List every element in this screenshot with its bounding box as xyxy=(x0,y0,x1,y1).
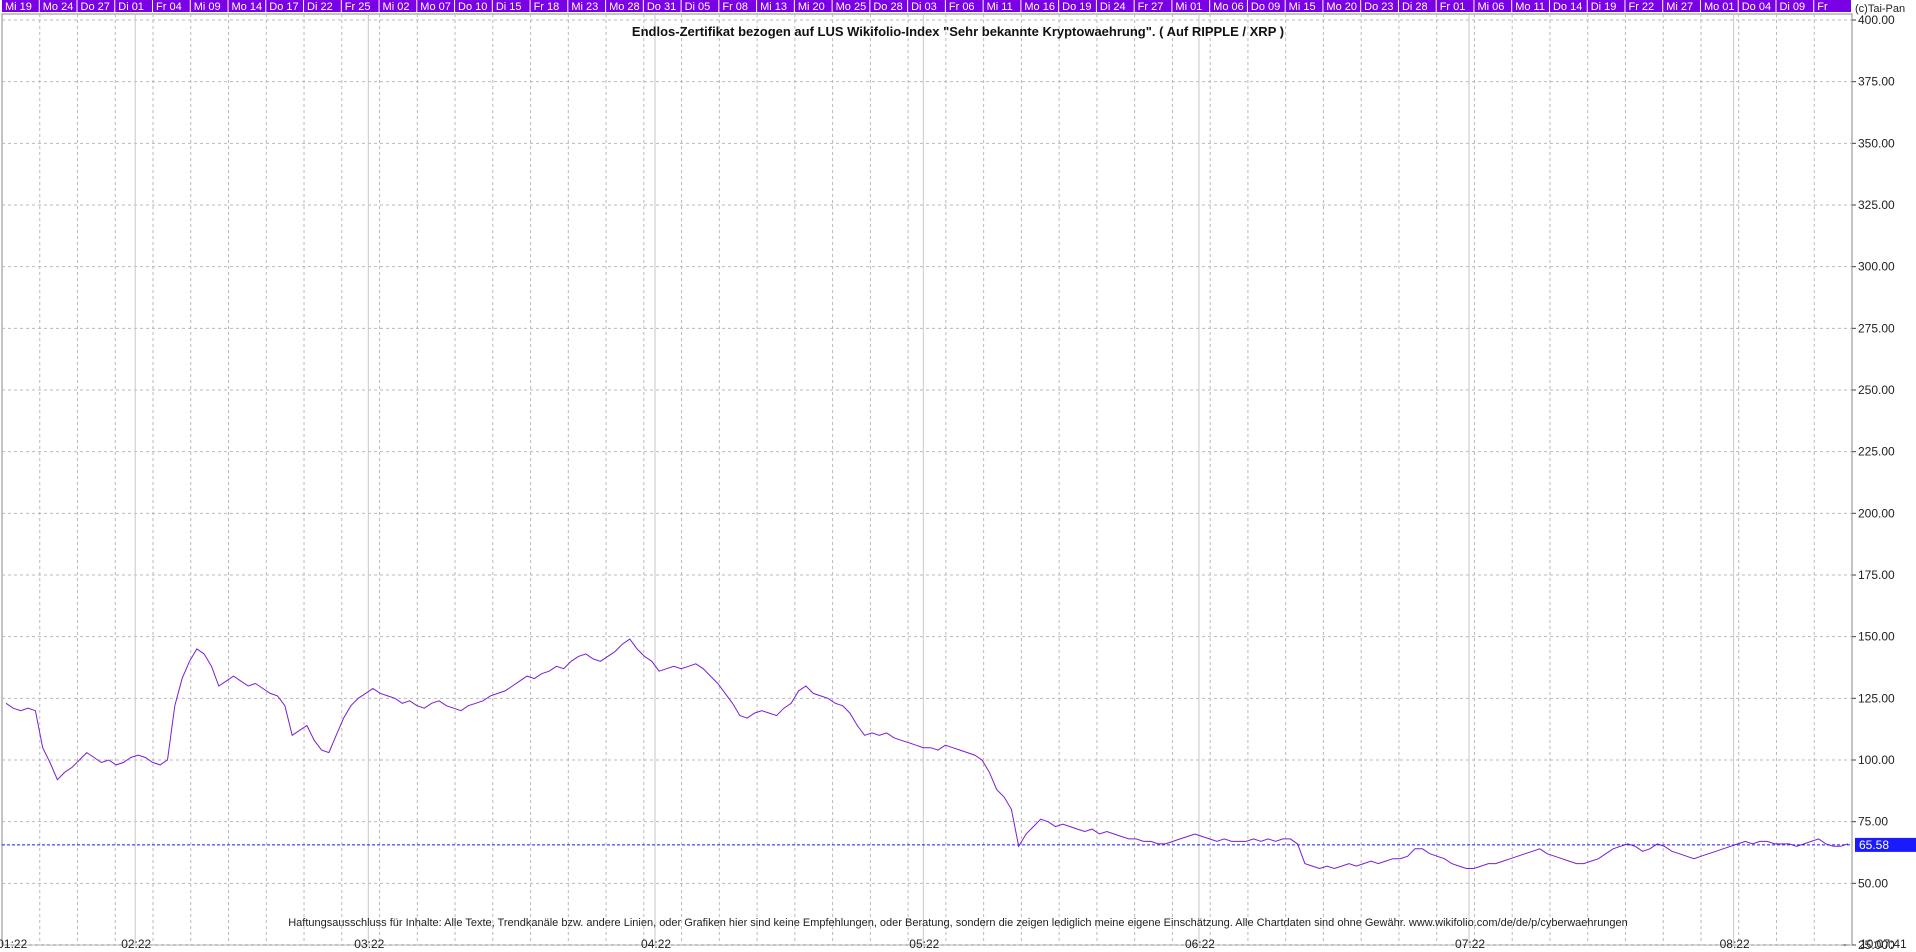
day-label: Di 01 xyxy=(118,1,144,13)
y-tick-label: 400.00 xyxy=(1858,13,1895,27)
day-label: Do 28 xyxy=(873,1,902,13)
x-month-label: 02:22 xyxy=(121,937,151,951)
day-label: Mi 20 xyxy=(798,1,825,13)
day-label: Mi 06 xyxy=(1477,1,1504,13)
line-chart: Mi 19 Mo 24 Do 27 Di 01 Fr 04 Mi 09 Mo 14 Do 17… xyxy=(0,0,1916,952)
day-label: Fr 06 xyxy=(949,1,975,13)
day-label: Fr 08 xyxy=(722,1,748,13)
day-label: Di 24 xyxy=(1100,1,1126,13)
day-label: Mo 01 xyxy=(1704,1,1735,13)
y-tick-label: 125.00 xyxy=(1858,691,1895,705)
y-tick-label: 150.00 xyxy=(1858,630,1895,644)
x-month-label: 05:22 xyxy=(909,937,939,951)
day-label: Fr 25 xyxy=(345,1,371,13)
day-label: Do 17 xyxy=(269,1,298,13)
day-label: Do 14 xyxy=(1553,1,1582,13)
day-label: Mo 07 xyxy=(420,1,451,13)
y-tick-label: 175.00 xyxy=(1858,568,1895,582)
day-label: Di 19 xyxy=(1591,1,1617,13)
y-tick-label: 75.00 xyxy=(1858,815,1888,829)
day-label: Do 04 xyxy=(1742,1,1771,13)
day-label: Do 27 xyxy=(81,1,110,13)
plot-area xyxy=(2,638,1852,870)
y-tick-label: 200.00 xyxy=(1858,506,1895,520)
day-label: Fr 27 xyxy=(1138,1,1164,13)
day-label: Fr 22 xyxy=(1628,1,1654,13)
day-label: Mi 11 xyxy=(987,1,1013,13)
y-tick-label: 100.00 xyxy=(1858,753,1895,767)
day-label: Fr 18 xyxy=(534,1,560,13)
chart-title: Endlos-Zertifikat bezogen auf LUS Wikifo… xyxy=(632,24,1284,39)
grid-lines xyxy=(1,13,1853,946)
day-label: Fr 01 xyxy=(1440,1,1466,13)
current-value-label: 65.58 xyxy=(1859,838,1889,852)
day-label-strip: Mi 19 Mo 24 Do 27 Di 01 Fr 04 Mi 09 Mo 14 Do 17… xyxy=(2,0,1851,13)
y-tick-label: 350.00 xyxy=(1858,136,1895,150)
day-label: Do 09 xyxy=(1251,1,1280,13)
day-label: Mo 14 xyxy=(232,1,263,13)
day-label: Fr xyxy=(1817,1,1828,13)
day-label: Do 31 xyxy=(647,1,676,13)
x-month-label: 07:22 xyxy=(1455,937,1485,951)
day-label: Di 28 xyxy=(1402,1,1428,13)
x-axis: 01:22 02:22 03:22 04:22 05:22 06:22 07:22 08:22 xyxy=(0,937,1750,951)
day-label: Mo 25 xyxy=(836,1,867,13)
day-label: Fr 04 xyxy=(156,1,182,13)
disclaimer-footnote: Haftungsausschluss für Inhalte: Alle Tex… xyxy=(288,917,1628,929)
dash-label: - xyxy=(1843,937,1847,951)
day-label: Mo 20 xyxy=(1326,1,1357,13)
day-label: Mi 19 xyxy=(5,1,32,13)
day-label: Di 09 xyxy=(1779,1,1805,13)
y-tick-label: 225.00 xyxy=(1858,445,1895,459)
day-label: Do 19 xyxy=(1062,1,1091,13)
day-label: Di 03 xyxy=(911,1,937,13)
y-tick-label: 275.00 xyxy=(1858,321,1895,335)
day-label: Mi 02 xyxy=(383,1,410,13)
day-label: Mi 23 xyxy=(571,1,598,13)
x-month-label: 04:22 xyxy=(641,937,671,951)
y-axis: 400.00 375.00 350.00 325.00 300.00 275.00 250.… xyxy=(1852,13,1895,952)
time-label: 10:07:41 xyxy=(1860,937,1907,951)
day-label: Di 15 xyxy=(496,1,522,13)
y-tick-label: 375.00 xyxy=(1858,75,1895,89)
day-label: Mi 27 xyxy=(1666,1,1693,13)
day-label: Mi 13 xyxy=(760,1,787,13)
y-tick-label: 325.00 xyxy=(1858,198,1895,212)
current-readout: 65.58 - 10:07:41 xyxy=(1843,837,1916,951)
day-label: Di 22 xyxy=(307,1,333,13)
day-label: Mo 24 xyxy=(43,1,74,13)
x-month-label: 08:22 xyxy=(1720,937,1750,951)
copyright-label: (c)Tai-Pan xyxy=(1855,3,1905,15)
day-label: Do 23 xyxy=(1364,1,1393,13)
day-label: Mo 06 xyxy=(1213,1,1244,13)
plot-border xyxy=(1,13,1853,946)
day-label: Mo 11 xyxy=(1515,1,1545,13)
y-tick-label: 50.00 xyxy=(1858,876,1888,890)
day-label: Mi 09 xyxy=(194,1,221,13)
y-tick-label: 300.00 xyxy=(1858,260,1895,274)
x-month-label: 01:22 xyxy=(0,937,28,951)
day-label: Mi 15 xyxy=(1289,1,1316,13)
day-label: Di 05 xyxy=(685,1,711,13)
day-label: Mo 16 xyxy=(1024,1,1055,13)
y-tick-label: 250.00 xyxy=(1858,383,1895,397)
day-label: Mo 28 xyxy=(609,1,640,13)
day-label: Do 10 xyxy=(458,1,487,13)
x-month-label: 03:22 xyxy=(354,937,384,951)
x-month-label: 06:22 xyxy=(1185,937,1215,951)
day-label: Mi 01 xyxy=(1175,1,1202,13)
series-line xyxy=(5,638,1849,870)
